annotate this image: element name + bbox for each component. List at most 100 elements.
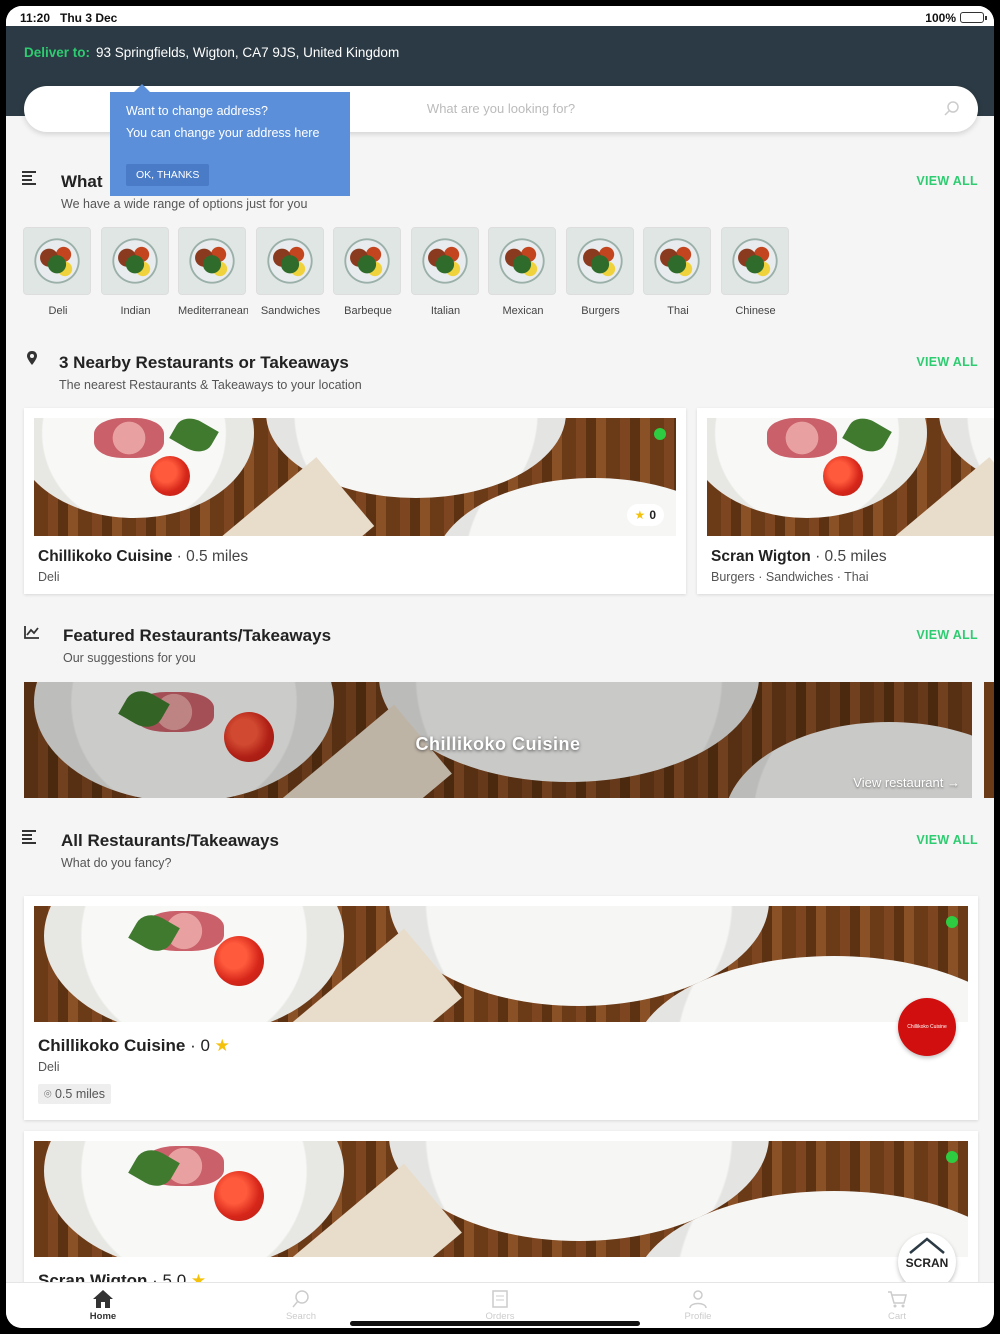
nearby-restaurant-card[interactable]: Scran Wigton · 0.5 miles Burgers · Sandw… (697, 408, 994, 594)
star-icon: ★ (634, 508, 646, 522)
category-image (255, 227, 324, 295)
restaurant-logo-text: SCRAN (905, 1256, 949, 1270)
tab-home[interactable]: Home (63, 1289, 143, 1322)
change-address-tooltip: Want to change address? You can change y… (110, 84, 350, 196)
search-icon (944, 101, 959, 116)
nearby-view-all-link[interactable]: VIEW ALL (916, 355, 978, 369)
restaurant-image (707, 418, 994, 536)
tab-label: Cart (888, 1311, 906, 1322)
deliver-to-address[interactable]: Deliver to: 93 Springfields, Wigton, CA7 … (24, 45, 399, 60)
restaurant-rating: · 0 (185, 1036, 215, 1055)
category-list: Deli Indian Mediterranean Sandwiches Bar… (23, 227, 823, 327)
category-item[interactable]: Sandwiches (255, 227, 326, 317)
restaurant-distance: · 0.5 miles (172, 548, 249, 565)
restaurant-cuisines: Deli (38, 570, 60, 584)
category-label: Barbeque (344, 305, 392, 317)
featured-title: Featured Restaurants/Takeaways (63, 626, 332, 645)
open-status-dot (946, 916, 958, 928)
restaurant-name-line: Chillikoko Cuisine · 0 ★ (38, 1036, 230, 1056)
tab-orders[interactable]: Orders (460, 1289, 540, 1322)
featured-restaurant-banner[interactable]: Chillikoko Cuisine View restaurant → (24, 682, 972, 798)
restaurant-name: Chillikoko Cuisine (38, 1036, 186, 1055)
tab-cart[interactable]: Cart (857, 1289, 937, 1322)
restaurant-name-line: Scran Wigton · 0.5 miles (711, 548, 887, 566)
cart-icon (888, 1291, 907, 1308)
all-restaurants-title: All Restaurants/Takeaways (61, 831, 279, 850)
restaurant-image (34, 906, 968, 1022)
categories-view-all-link[interactable]: VIEW ALL (916, 174, 978, 188)
category-item[interactable]: Indian (100, 227, 171, 317)
category-label: Burgers (581, 305, 620, 317)
category-label: Thai (667, 305, 689, 317)
tooltip-line-1: Want to change address? (126, 104, 268, 118)
category-item[interactable]: Burgers (565, 227, 636, 317)
category-item[interactable]: Italian (410, 227, 481, 317)
featured-view-all-link[interactable]: VIEW ALL (916, 628, 978, 642)
nearby-title: 3 Nearby Restaurants or Takeaways (59, 353, 349, 372)
restaurant-name-line: Chillikoko Cuisine · 0.5 miles (38, 548, 248, 566)
category-label: Mediterranean (178, 305, 248, 317)
view-restaurant-link[interactable]: View restaurant → (853, 775, 960, 790)
category-item[interactable]: Mexican (488, 227, 558, 317)
category-image (100, 227, 169, 295)
open-status-dot (946, 1151, 958, 1163)
category-item[interactable]: Barbeque (333, 227, 403, 317)
category-image (488, 227, 556, 295)
home-icon (93, 1290, 113, 1308)
ok-thanks-button[interactable]: OK, THANKS (126, 164, 210, 186)
category-image (410, 227, 479, 295)
list-icon (22, 171, 36, 185)
status-bar: 11:20 Thu 3 Dec 100% (6, 6, 994, 26)
distance-value: 0.5 miles (54, 1087, 106, 1101)
restaurant-image: ★ 0 (34, 418, 676, 536)
rating-badge: ★ 0 (626, 504, 664, 526)
restaurant-list-card[interactable]: Chillikoko Cuisine Chillikoko Cuisine · … (24, 896, 978, 1120)
category-item[interactable]: Deli (23, 227, 93, 317)
category-label: Sandwiches (260, 305, 321, 317)
pin-icon: ⌾ (44, 1087, 55, 1101)
tooltip-line-2: You can change your address here (126, 126, 320, 140)
restaurant-logo: Chillikoko Cuisine (898, 998, 956, 1056)
rating-value: 0 (649, 508, 656, 522)
category-image (643, 227, 711, 295)
all-restaurants-subtitle: What do you fancy? (61, 856, 172, 870)
distance-chip: ⌾ 0.5 miles (38, 1084, 112, 1104)
restaurant-distance: · 0.5 miles (810, 548, 887, 565)
category-label: Mexican (502, 305, 544, 317)
category-item[interactable]: Mediterranean (178, 227, 248, 317)
tab-profile[interactable]: Profile (658, 1289, 738, 1322)
battery-percent: 100% (925, 11, 956, 25)
category-label: Indian (120, 305, 151, 317)
category-label: Italian (430, 305, 461, 317)
home-indicator[interactable] (350, 1321, 640, 1326)
all-restaurants-view-all-link[interactable]: VIEW ALL (916, 833, 978, 847)
nearby-subtitle: The nearest Restaurants & Takeaways to y… (59, 378, 362, 392)
category-label: Chinese (735, 305, 776, 317)
restaurant-cuisines: Burgers · Sandwiches · Thai (711, 570, 869, 584)
featured-subtitle: Our suggestions for you (63, 651, 196, 665)
category-item[interactable]: Thai (643, 227, 713, 317)
tab-label: Home (89, 1311, 117, 1322)
nearby-restaurant-card[interactable]: ★ 0 Chillikoko Cuisine · 0.5 miles Deli (24, 408, 686, 594)
user-icon (689, 1290, 707, 1309)
categories-title: What (61, 172, 103, 191)
category-image (178, 227, 246, 295)
tab-search[interactable]: Search (261, 1289, 341, 1322)
tab-label: Profile (684, 1311, 712, 1322)
house-roof-icon (909, 1237, 945, 1254)
app-screen: 11:20 Thu 3 Dec 100% Deliver to: 93 Sprin… (6, 6, 994, 1328)
address-text: 93 Springfields, Wigton, CA7 9JS, United… (96, 45, 400, 60)
restaurant-name: Chillikoko Cuisine (38, 548, 173, 565)
category-label: Deli (48, 305, 68, 317)
category-item[interactable]: Chinese (720, 227, 791, 317)
restaurant-name: Scran Wigton (711, 548, 811, 565)
featured-restaurant-banner-next[interactable] (984, 682, 994, 798)
restaurant-image (34, 1141, 968, 1257)
category-image (333, 227, 401, 295)
status-time: 11:20 (20, 11, 51, 25)
status-date: Thu 3 Dec (60, 11, 118, 25)
list-icon (22, 830, 36, 844)
category-image (720, 227, 789, 295)
category-image (565, 227, 634, 295)
featured-banner-title: Chillikoko Cuisine (415, 734, 581, 754)
